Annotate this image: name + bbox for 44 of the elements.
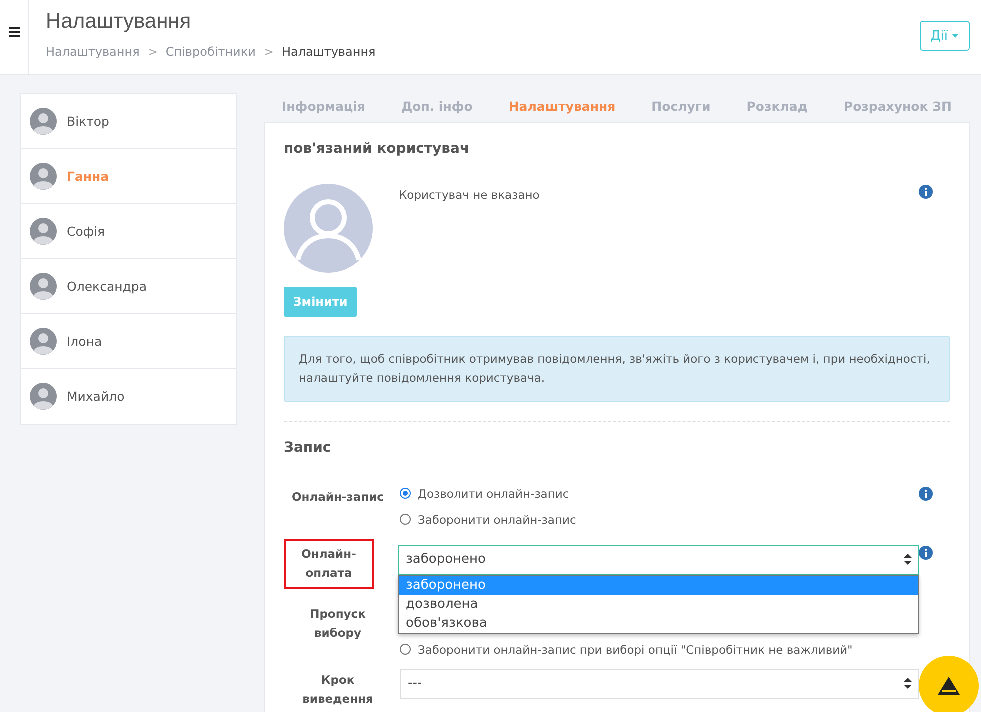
radio-option[interactable]: Дозволити онлайн-запис — [400, 480, 919, 507]
field-label: Крок виведення — [302, 672, 374, 708]
field-label: Пропуск вибору — [309, 606, 367, 642]
menu-icon[interactable] — [8, 27, 20, 37]
employee-item[interactable]: Михайло — [21, 369, 236, 424]
select-field[interactable]: заборонено — [398, 544, 919, 575]
section-heading: Запис — [284, 440, 332, 456]
dropdown-option[interactable]: дозволена — [399, 594, 918, 614]
info-icon[interactable] — [919, 486, 933, 501]
radio-icon[interactable] — [400, 488, 411, 500]
field-label: Онлайн-запис — [291, 488, 385, 506]
select-field[interactable]: --- — [400, 668, 919, 699]
employee-item[interactable]: Віктор — [21, 94, 236, 149]
section-heading: пов'язаний користувач — [284, 141, 471, 157]
radio-label: Заборонити онлайн-запис при виборі опції "Співробітник не важливий" — [418, 642, 853, 657]
field-label: Онлайн-оплата — [284, 538, 374, 589]
radio-icon[interactable] — [400, 644, 411, 656]
breadcrumb-separator: > — [264, 45, 274, 59]
avatar-icon — [30, 383, 57, 410]
radio-icon[interactable] — [400, 514, 411, 526]
notice-text: Для того, щоб співробітник отримував повідомлення, зв'яжіть його з користувачем і, при необхідності, налаштуйте повідомлення користувача. — [284, 336, 950, 402]
radio-option[interactable]: Заборонити онлайн-запис при виборі опції "Співробітник не важливий" — [400, 636, 919, 663]
page-title: Налаштування — [46, 10, 192, 34]
radio-label: Дозволити онлайн-запис — [418, 486, 570, 501]
select-arrows-icon — [904, 554, 912, 566]
radio-option[interactable]: Заборонити онлайн-запис — [400, 506, 919, 533]
info-icon[interactable] — [919, 546, 933, 560]
employee-item[interactable]: Ілона — [21, 314, 236, 369]
avatar-icon — [30, 108, 57, 134]
logo-icon — [938, 677, 960, 695]
avatar-icon — [30, 272, 57, 300]
dropdown-option[interactable]: обов'язкова — [399, 614, 918, 633]
employee-item[interactable]: Олександра — [21, 259, 236, 314]
user-placeholder-icon — [284, 184, 373, 273]
breadcrumb-separator: > — [148, 45, 158, 59]
avatar-icon — [30, 328, 57, 354]
user-status-text: Користувач не вказано — [399, 188, 541, 204]
employee-item[interactable]: Софія — [21, 204, 236, 259]
avatar-icon — [30, 162, 57, 190]
caret-icon — [952, 34, 959, 38]
avatar-icon — [30, 218, 57, 244]
radio-label: Заборонити онлайн-запис — [418, 512, 576, 527]
info-icon[interactable] — [919, 185, 933, 199]
select-arrows-icon — [904, 678, 912, 690]
